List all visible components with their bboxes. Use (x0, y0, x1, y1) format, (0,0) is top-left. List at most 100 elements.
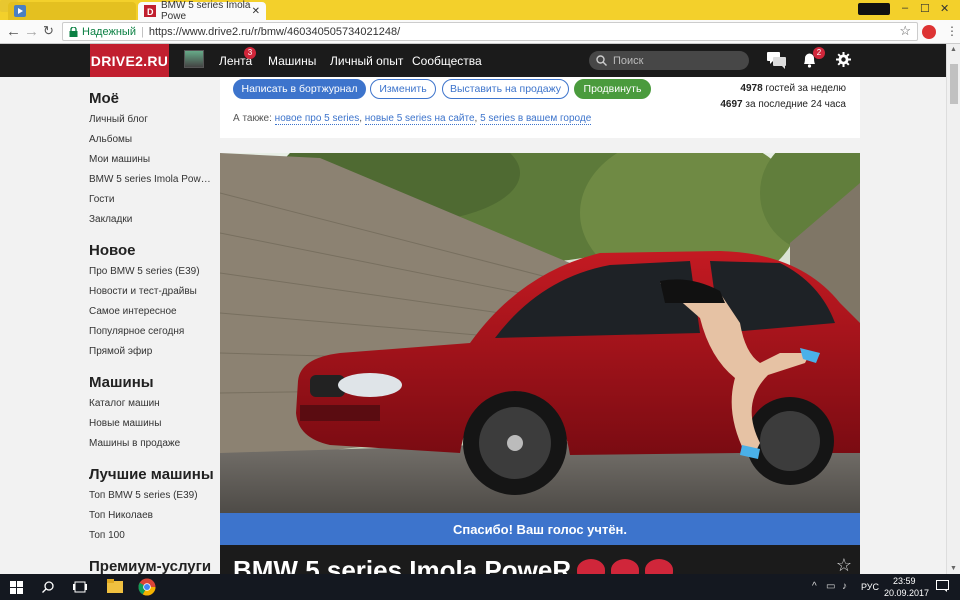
sidebar-heading-best: Лучшие машины (89, 466, 214, 483)
browser-menu-icon[interactable]: ⋮ (946, 24, 958, 38)
edit-button[interactable]: Изменить (370, 79, 436, 99)
url-separator: | (140, 25, 144, 38)
search-input[interactable] (613, 54, 733, 67)
also-link-new[interactable]: новое про 5 series (274, 113, 360, 125)
favorite-star-icon[interactable]: ☆ (836, 555, 852, 574)
profile-button[interactable] (858, 3, 890, 15)
sidebar-item-top-100[interactable]: Топ 100 (89, 526, 214, 546)
tab-close-icon[interactable]: ✕ (252, 6, 260, 17)
user-car-thumbnail[interactable] (184, 50, 204, 68)
bookmark-star-icon[interactable]: ☆ (899, 23, 911, 39)
write-logbook-button[interactable]: Написать в бортжурнал (233, 79, 366, 99)
browser-tab-strip: D BMW 5 series Imola Powe ✕ – ☐ ✕ (0, 0, 960, 22)
sidebar-item-live[interactable]: Прямой эфир (89, 342, 214, 362)
notifications-badge: 2 (813, 47, 825, 59)
week-label: гостей за неделю (765, 83, 846, 94)
nav-communities[interactable]: Сообщества (412, 54, 482, 68)
car-title: BMW 5 series Imola PoweR (233, 555, 674, 574)
site-logo[interactable]: DRIVE2.RU (90, 44, 169, 77)
file-explorer-icon[interactable] (107, 579, 123, 593)
nav-experience[interactable]: Личный опыт (330, 54, 403, 68)
scroll-up-icon[interactable]: ▲ (950, 46, 957, 53)
also-link-city[interactable]: 5 series в вашем городе (480, 113, 592, 125)
gear-icon[interactable] (836, 52, 851, 67)
minimize-icon[interactable]: – (902, 2, 908, 14)
lock-icon (69, 26, 78, 37)
drive2-favicon-icon: D (144, 5, 156, 17)
search-icon (596, 55, 607, 66)
site-search[interactable] (589, 51, 749, 70)
video-icon (14, 5, 26, 17)
day-count: 4697 (720, 99, 743, 110)
sidebar-item-bookmarks[interactable]: Закладки (89, 210, 214, 230)
volume-icon[interactable]: ♪ (842, 581, 847, 592)
sidebar-item-my-cars[interactable]: +Мои машины (89, 150, 214, 170)
url-text[interactable]: https://www.drive2.ru/r/bmw/460340505734… (149, 26, 400, 38)
week-count: 4978 (740, 83, 763, 94)
sidebar-item-guests[interactable]: Гости (89, 190, 214, 210)
sidebar-heading-mine: Моё (89, 90, 119, 107)
also-links: А также: новое про 5 series, новые 5 ser… (233, 113, 592, 125)
sidebar-item-about-model[interactable]: Про BMW 5 series (E39) (89, 262, 214, 282)
network-icon[interactable]: ▭ (826, 581, 835, 592)
sidebar-item-catalog[interactable]: Каталог машин (89, 394, 214, 414)
also-link-site[interactable]: новые 5 series на сайте (364, 113, 475, 125)
sidebar-item-current-car[interactable]: +BMW 5 series Imola Powe… (89, 170, 214, 190)
page-scrollbar[interactable]: ▲ ▼ (946, 44, 960, 574)
svg-text:D: D (147, 7, 154, 17)
tray-chevron-icon[interactable]: ^ (812, 581, 817, 592)
sidebar-item-blog[interactable]: +Личный блог (89, 110, 214, 130)
vote-thanks-banner: Спасибо! Ваш голос учтён. (220, 513, 860, 545)
address-bar[interactable]: Надежный | https://www.drive2.ru/r/bmw/4… (62, 22, 918, 41)
sidebar-item-popular[interactable]: Популярное сегодня (89, 322, 214, 342)
promote-button[interactable]: Продвинуть (574, 79, 651, 99)
windows-taskbar: ^ ▭ ♪ РУС 23:59 20.09.2017 (0, 574, 960, 600)
car-photo[interactable] (220, 153, 860, 513)
browser-tab[interactable] (8, 2, 136, 20)
extension-icon[interactable] (922, 25, 936, 39)
visitor-stats: 4978 гостей за неделю 4697 за последние … (720, 81, 846, 113)
forward-icon[interactable]: → (24, 23, 39, 40)
maximize-icon[interactable]: ☐ (920, 2, 930, 15)
sidebar-item-news[interactable]: Новости и тест-драйвы (89, 282, 214, 302)
devil-emoji-icon (611, 559, 640, 574)
day-label: за последние 24 часа (745, 99, 846, 110)
devil-emoji-icon (645, 559, 674, 574)
search-icon[interactable] (42, 581, 54, 593)
feed-badge: 3 (244, 47, 256, 59)
sidebar-heading-cars: Машины (89, 374, 154, 391)
also-prefix: А также: (233, 113, 272, 124)
sidebar-item-new-cars[interactable]: Новые машины (89, 414, 214, 434)
site-header: DRIVE2.RU Лента 3 Машины Личный опыт Соо… (0, 44, 946, 77)
windows-start-icon[interactable] (10, 581, 23, 594)
sidebar-item-top-city[interactable]: Топ Николаев (89, 506, 214, 526)
sidebar-item-top-model[interactable]: Топ BMW 5 series (E39) (89, 486, 214, 506)
notification-center-icon[interactable] (936, 580, 949, 592)
back-icon[interactable]: ← (6, 23, 21, 40)
sidebar-item-albums[interactable]: +Альбомы (89, 130, 214, 150)
scroll-down-icon[interactable]: ▼ (950, 565, 957, 572)
reload-icon[interactable]: ↻ (43, 23, 54, 39)
clock-time[interactable]: 23:59 (893, 576, 916, 586)
language-indicator[interactable]: РУС (861, 582, 879, 592)
browser-toolbar: ← → ↻ Надежный | https://www.drive2.ru/r… (0, 20, 960, 44)
car-actions-card: Написать в бортжурнал Изменить Выставить… (220, 77, 860, 138)
messages-icon[interactable] (767, 52, 786, 69)
car-photo-image (220, 153, 860, 513)
close-window-icon[interactable]: ✕ (940, 2, 949, 15)
sidebar-item-interesting[interactable]: Самое интересное (89, 302, 214, 322)
browser-tab-active[interactable]: D BMW 5 series Imola Powe ✕ (138, 0, 266, 22)
left-sidebar: Моё +Личный блог +Альбомы +Мои машины +B… (89, 78, 214, 578)
chrome-icon[interactable] (138, 578, 156, 596)
sidebar-heading-new: Новое (89, 242, 136, 259)
devil-emoji-icon (577, 559, 606, 574)
sidebar-item-for-sale[interactable]: Машины в продаже (89, 434, 214, 454)
sell-button[interactable]: Выставить на продажу (442, 79, 569, 99)
tab-label: BMW 5 series Imola Powe (161, 0, 251, 22)
secure-label: Надежный (82, 25, 136, 38)
car-title-bar: BMW 5 series Imola PoweR ☆ (220, 545, 860, 574)
clock-date[interactable]: 20.09.2017 (884, 588, 929, 598)
scroll-thumb[interactable] (950, 64, 958, 104)
nav-cars[interactable]: Машины (268, 54, 316, 68)
task-view-icon[interactable] (73, 581, 87, 593)
